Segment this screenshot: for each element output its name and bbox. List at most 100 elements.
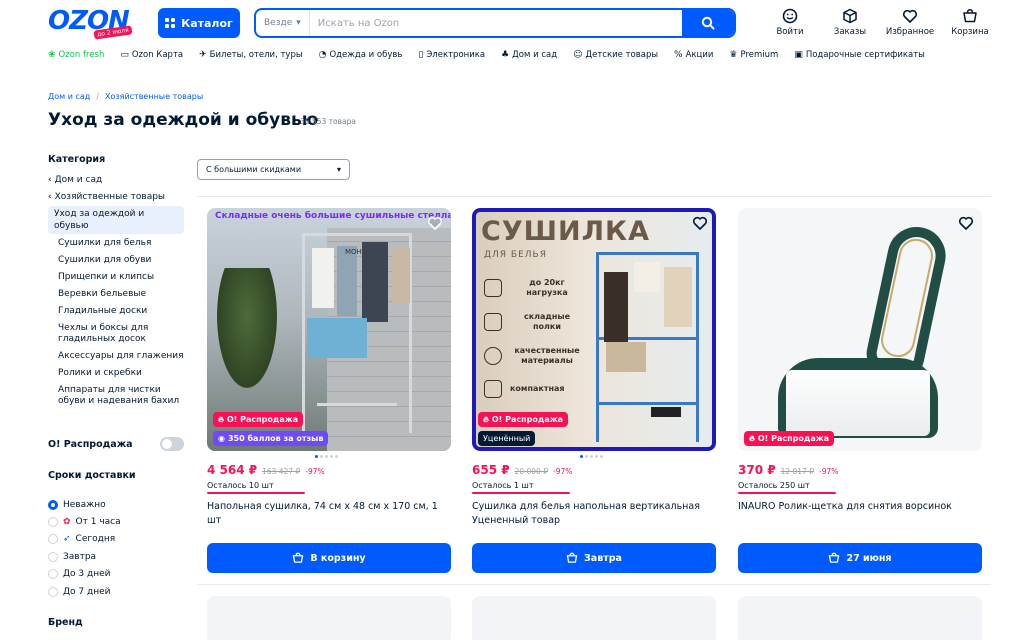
orders-button[interactable]: Заказы xyxy=(820,8,880,37)
subcategory-item[interactable]: Сушилки для белья xyxy=(48,238,188,249)
radio-button[interactable] xyxy=(48,569,58,580)
product-photo xyxy=(738,208,982,451)
subcategory-item[interactable]: Аппараты для чистки обуви и надевания ба… xyxy=(48,385,188,407)
fresh-icon: ❀ xyxy=(48,50,56,60)
sale-toggle[interactable] xyxy=(160,437,184,451)
add-to-cart-button[interactable]: В корзину xyxy=(207,543,451,573)
subcategory-item[interactable]: Веревки бельевые xyxy=(48,289,188,300)
subcategory-item[interactable]: Чехлы и боксы для гладильных досок xyxy=(48,323,188,345)
delivery-option[interactable]: ✿ От 1 часа xyxy=(48,513,121,530)
category-sidebar: Категория ‹ Дом и сад ‹ Хозяйственные това… xyxy=(48,154,188,413)
nav-item-fresh[interactable]: ❀ Ozon fresh xyxy=(48,50,104,60)
radio-button[interactable] xyxy=(48,534,58,545)
image-pagination xyxy=(580,455,603,548)
subcategory-item[interactable]: Ролики и скребки xyxy=(48,368,188,379)
product-image[interactable]: 🔥︎ О! Распродажа xyxy=(738,208,982,451)
category-parent[interactable]: ‹ Дом и сад xyxy=(48,171,188,188)
nav-item-home[interactable]: ♣ Дом и сад xyxy=(501,50,557,60)
sale-badge-label: О! Распродажа xyxy=(757,434,830,443)
sort-select[interactable]: С большими скидками ▾ xyxy=(197,159,350,180)
delivery-options: Неважно ✿ От 1 часа ➶ Сегодня Завтра До 3 … xyxy=(48,496,121,600)
favorites-label: Избранное xyxy=(885,27,935,37)
nav-item-card[interactable]: ▭ Ozon Карта xyxy=(120,50,183,60)
product-name[interactable]: INAURO Ролик-щетка для снятия ворсинок xyxy=(738,500,982,540)
subcategory-item[interactable]: Сушилки для обуви xyxy=(48,255,188,266)
product-image[interactable]: СУШИЛКА ДЛЯ БЕЛЬЯ до 20кг нагрузка склад… xyxy=(472,208,716,451)
product-card[interactable]: Складные очень большие сушильные стелла … xyxy=(207,208,451,573)
nav-item-tickets[interactable]: ✈ Билеты, отели, туры xyxy=(199,50,302,60)
phone-icon: ▯ xyxy=(418,50,424,60)
delivery-option[interactable]: ➶ Сегодня xyxy=(48,531,121,548)
sort-label: С большими скидками xyxy=(206,165,302,174)
cart-button[interactable]: Корзина xyxy=(940,8,1000,37)
cart-icon xyxy=(963,9,977,23)
divider xyxy=(197,196,991,197)
breadcrumb-link[interactable]: Хозяйственные товары xyxy=(105,92,203,101)
heart-icon[interactable] xyxy=(692,215,708,231)
gift-icon: ▣ xyxy=(794,50,803,60)
catalog-button[interactable]: Каталог xyxy=(158,8,240,38)
delivery-option[interactable]: До 3 дней xyxy=(48,566,121,583)
delivery-option[interactable]: Завтра xyxy=(48,548,121,565)
breadcrumb-link[interactable]: Дом и сад xyxy=(48,92,90,101)
category-parent-label: Хозяйственные товары xyxy=(54,191,166,202)
radio-button[interactable] xyxy=(48,499,58,510)
rocket-icon: ➶ xyxy=(63,534,71,545)
percent-icon: % xyxy=(674,50,683,60)
category-parent[interactable]: ‹ Хозяйственные товары xyxy=(48,188,188,205)
add-to-cart-button[interactable]: Завтра xyxy=(472,543,716,573)
sale-badge: 🔥︎ О! Распродажа xyxy=(213,412,304,427)
feature-label: качественные материалы xyxy=(514,346,580,365)
orders-label: Заказы xyxy=(833,27,867,37)
product-image[interactable]: Складные очень большие сушильные стелла … xyxy=(207,208,451,451)
search-icon xyxy=(701,16,715,30)
search-scope-select[interactable]: Везде ▾ xyxy=(256,10,310,36)
favorites-button[interactable]: Избранное xyxy=(880,8,940,37)
nav-item-gift[interactable]: ▣ Подарочные сертификаты xyxy=(794,50,925,60)
points-icon: ◉ xyxy=(218,434,225,443)
plane-icon: ✈ xyxy=(199,50,207,60)
nav-item-premium[interactable]: ♛ Premium xyxy=(729,50,778,60)
fire-icon: 🔥︎ xyxy=(483,414,489,424)
brand-heading: Бренд xyxy=(48,617,83,628)
nav-label: Билеты, отели, туры xyxy=(209,50,303,60)
sale-badge-label: О! Распродажа xyxy=(226,415,299,424)
nav-item-promo[interactable]: % Акции xyxy=(674,50,713,60)
image-feature: до 20кг нагрузка xyxy=(484,278,584,298)
subcategory-item[interactable]: Аксессуары для глажения xyxy=(48,351,188,362)
nav-item-electronics[interactable]: ▯ Электроника xyxy=(418,50,485,60)
subcategory-item[interactable]: Гладильные доски xyxy=(48,306,188,317)
heart-icon[interactable] xyxy=(958,215,974,231)
breadcrumb: Дом и сад / Хозяйственные товары xyxy=(48,92,203,101)
delivery-option[interactable]: Неважно xyxy=(48,496,121,513)
heart-icon[interactable] xyxy=(427,215,443,231)
search-input[interactable] xyxy=(309,17,682,29)
card-icon: ▭ xyxy=(120,50,129,60)
points-badge-label: 350 баллов за отзыв xyxy=(227,434,324,443)
product-card[interactable]: 🔥︎ О! Распродажа 370 ₽ 12 017 ₽ -97% Оста… xyxy=(738,208,982,573)
used-badge: Уценённый xyxy=(478,431,536,446)
old-price: 12 017 ₽ xyxy=(780,467,814,476)
chevron-left-icon: ‹ xyxy=(48,191,52,202)
heart-icon xyxy=(902,9,918,23)
page-title: Уход за одеждой и обувью xyxy=(48,110,319,130)
image-caption: МОН xyxy=(345,248,362,256)
radio-button[interactable] xyxy=(48,551,58,562)
ozon-logo[interactable]: OZON до 2 июля xyxy=(48,8,133,40)
radio-button[interactable] xyxy=(48,517,58,528)
product-card[interactable]: СУШИЛКА ДЛЯ БЕЛЬЯ до 20кг нагрузка склад… xyxy=(472,208,716,573)
image-caption: Складные очень большие сушильные стелла xyxy=(215,211,451,221)
subcategory-item[interactable]: Прищепки и клипсы xyxy=(48,272,188,283)
search-scope-label: Везде xyxy=(264,18,293,28)
search-button[interactable] xyxy=(682,10,734,36)
cart-button-label: В корзину xyxy=(310,552,366,564)
nav-item-clothes[interactable]: ◔ Одежда и обувь xyxy=(319,50,403,60)
login-button[interactable]: Войти xyxy=(760,8,820,37)
radio-button[interactable] xyxy=(48,586,58,597)
nav-item-kids[interactable]: ☺ Детские товары xyxy=(573,50,658,60)
add-to-cart-button[interactable]: 27 июня xyxy=(738,543,982,573)
delivery-option[interactable]: До 7 дней xyxy=(48,583,121,600)
points-badge: ◉ 350 баллов за отзыв xyxy=(213,431,329,446)
stock-bar xyxy=(738,492,836,494)
category-current[interactable]: Уход за одеждой и обувью xyxy=(48,206,184,234)
